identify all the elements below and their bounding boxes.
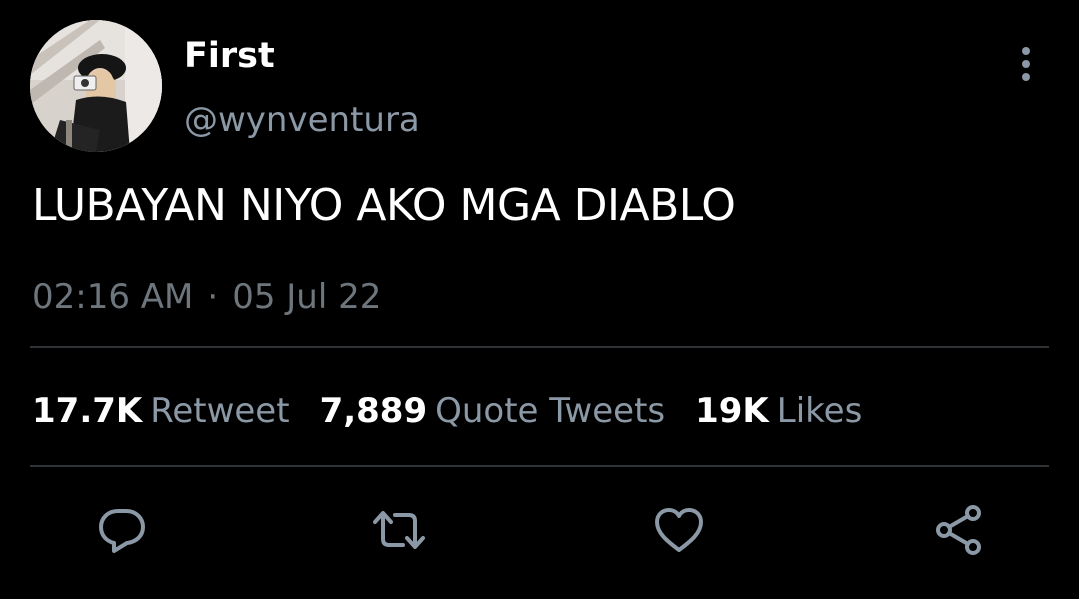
likes-label: Likes [776, 391, 863, 431]
tweet-stats: 17.7K Retweet 7,889 Quote Tweets 19K Likes [32, 388, 892, 434]
tweet-time: 02:16 AM [32, 277, 194, 317]
more-vertical-icon [1022, 47, 1030, 81]
retweet-count: 17.7K [32, 391, 143, 431]
tweet-detail: First @wynventura LUBAYAN NIYO AKO MGA D… [0, 0, 1079, 599]
divider [30, 465, 1049, 467]
likes-stat[interactable]: 19K Likes [695, 388, 862, 434]
tweet-date: 05 Jul 22 [232, 277, 382, 317]
retweet-icon [373, 511, 425, 549]
share-button[interactable] [931, 502, 987, 558]
tweet-timestamp[interactable]: 02:16 AM · 05 Jul 22 [32, 275, 381, 319]
share-icon [936, 505, 981, 555]
reply-icon [99, 509, 145, 553]
like-button[interactable] [651, 502, 707, 558]
quote-tweets-label: Quote Tweets [435, 391, 666, 431]
meta-separator: · [207, 277, 219, 317]
divider [30, 346, 1049, 348]
more-options-button[interactable] [1008, 42, 1044, 86]
likes-count: 19K [695, 391, 769, 431]
reply-button[interactable] [94, 502, 150, 558]
retweet-button[interactable] [371, 502, 427, 558]
retweet-label: Retweet [150, 391, 290, 431]
quote-tweets-count: 7,889 [319, 391, 428, 431]
retweet-stat[interactable]: 17.7K Retweet [32, 388, 290, 434]
tweet-text: LUBAYAN NIYO AKO MGA DIABLO [32, 180, 736, 231]
heart-icon [655, 508, 703, 552]
display-name[interactable]: First [184, 34, 275, 78]
quote-tweets-stat[interactable]: 7,889 Quote Tweets [320, 388, 666, 434]
user-handle[interactable]: @wynventura [184, 98, 420, 142]
avatar-photo [30, 20, 162, 152]
avatar[interactable] [30, 20, 162, 152]
